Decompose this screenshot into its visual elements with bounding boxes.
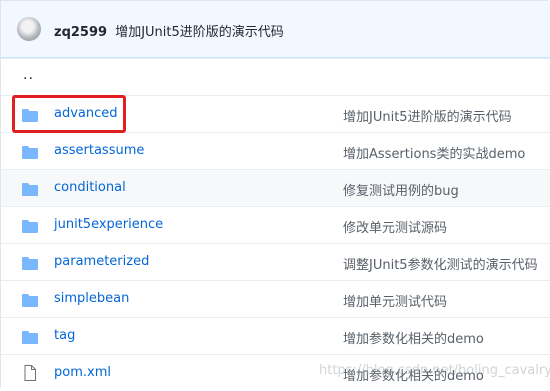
commit-message-link[interactable]: 修改单元测试源码 [343, 217, 447, 236]
folder-icon [22, 144, 38, 159]
commit-message-link[interactable]: 调整JUnit5参数化测试的演示代码 [343, 254, 538, 273]
file-row-simplebean[interactable]: simplebean 增加单元测试代码 [1, 280, 550, 317]
file-name-link[interactable]: conditional [54, 180, 126, 195]
file-name-link[interactable]: tag [54, 328, 75, 343]
file-name-link[interactable]: junit5experience [54, 217, 163, 232]
file-name-link[interactable]: simplebean [54, 291, 129, 306]
commit-message-link[interactable]: 增加单元测试代码 [343, 291, 447, 310]
parent-directory-row[interactable]: .. [1, 58, 550, 95]
parent-directory-link[interactable]: .. [23, 67, 34, 83]
file-row-assertassume[interactable]: assertassume 增加Assertions类的实战demo [1, 132, 550, 169]
file-row-conditional[interactable]: conditional 修复测试用例的bug [1, 169, 550, 206]
file-name-link[interactable]: assertassume [54, 143, 144, 158]
commit-author[interactable]: zq2599 [54, 25, 107, 40]
folder-icon [22, 181, 38, 196]
file-name-link[interactable]: advanced [54, 106, 118, 121]
commit-message-link[interactable]: 增加Assertions类的实战demo [343, 143, 525, 162]
commit-summary: zq2599 增加JUnit5进阶版的演示代码 [54, 21, 284, 40]
folder-icon [22, 255, 38, 270]
commit-message-link[interactable]: 修复测试用例的bug [343, 180, 459, 199]
folder-icon [22, 107, 38, 122]
folder-icon [22, 218, 38, 233]
file-browser: zq2599 增加JUnit5进阶版的演示代码 .. advanced 增加JUn… [0, 0, 550, 391]
file-name-link[interactable]: parameterized [54, 254, 149, 269]
file-row-tag[interactable]: tag 增加参数化相关的demo [1, 317, 550, 354]
commit-message[interactable]: 增加JUnit5进阶版的演示代码 [115, 25, 284, 40]
file-row-pom-xml[interactable]: pom.xml 增加参数化相关的demo [1, 354, 550, 391]
commit-message-link[interactable]: 增加参数化相关的demo [343, 328, 484, 347]
avatar[interactable] [17, 17, 41, 41]
file-name-link[interactable]: pom.xml [54, 365, 111, 380]
file-row-parameterized[interactable]: parameterized 调整JUnit5参数化测试的演示代码 [1, 243, 550, 280]
commit-message-link[interactable]: 增加JUnit5进阶版的演示代码 [343, 106, 512, 125]
folder-icon [22, 292, 38, 307]
file-row-junit5experience[interactable]: junit5experience 修改单元测试源码 [1, 206, 550, 243]
file-row-advanced[interactable]: advanced 增加JUnit5进阶版的演示代码 [1, 95, 550, 132]
file-icon [24, 365, 40, 381]
commit-message-link[interactable]: 增加参数化相关的demo [343, 365, 484, 384]
folder-icon [22, 329, 38, 344]
latest-commit-header: zq2599 增加JUnit5进阶版的演示代码 [1, 1, 550, 58]
